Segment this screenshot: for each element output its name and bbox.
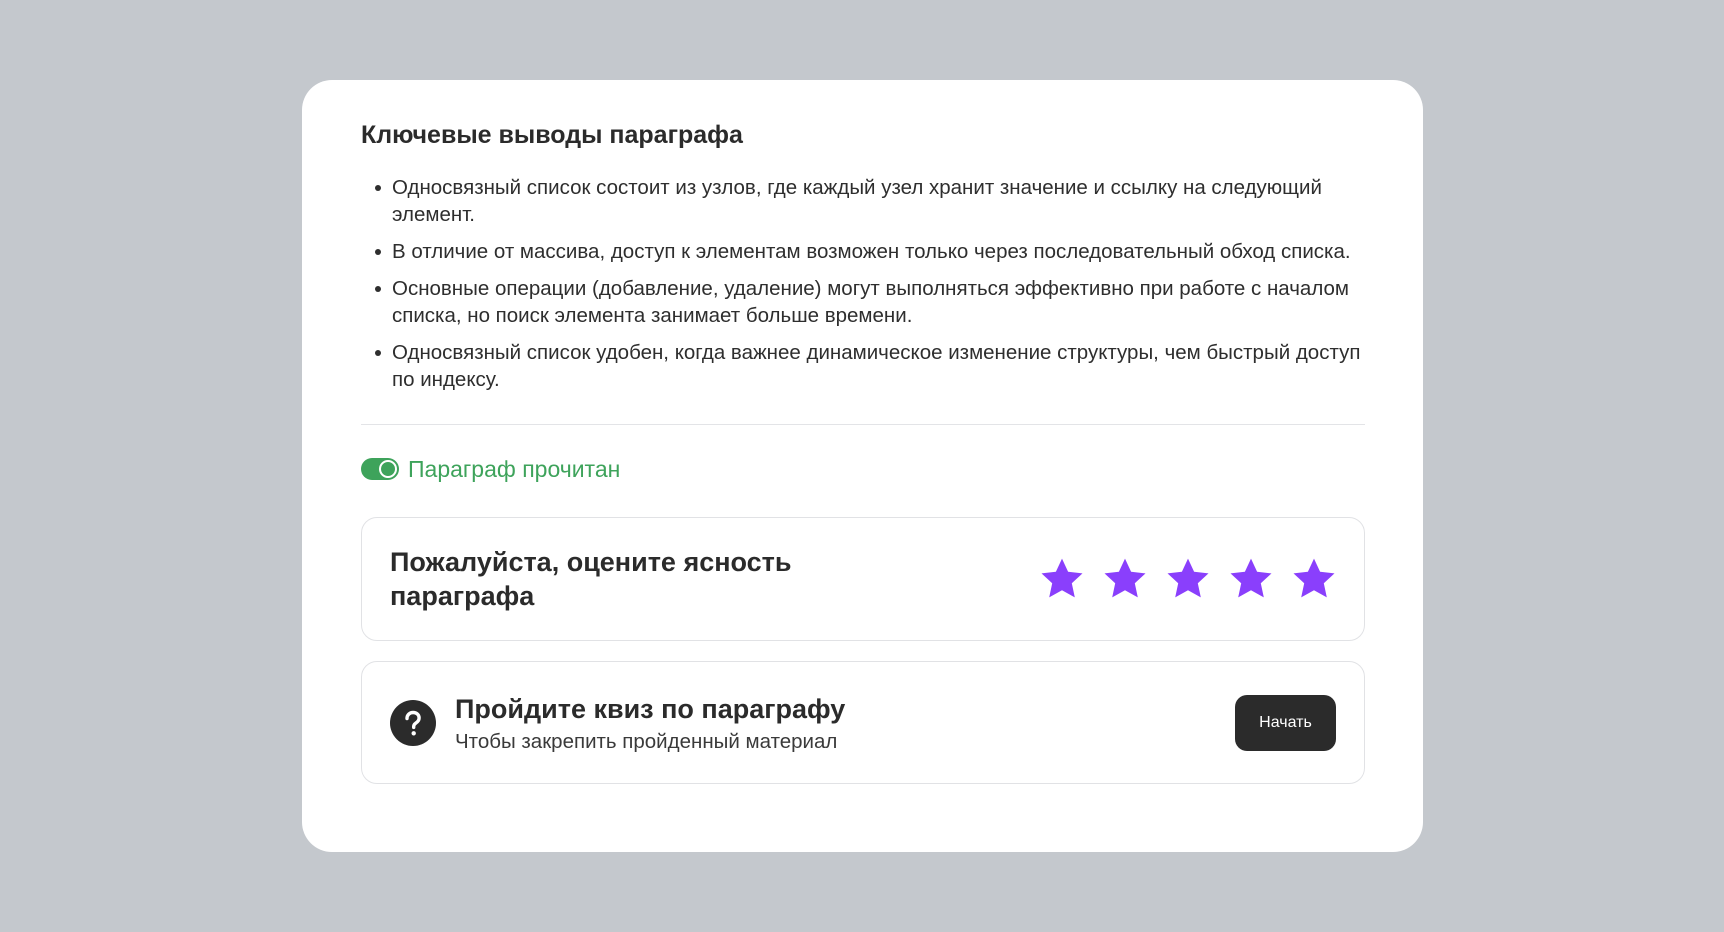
key-point-item: В отличие от массива, доступ к элементам… (361, 238, 1365, 265)
rating-prompt: Пожалуйста, оцените ясность параграфа (390, 547, 792, 611)
key-point-item: Основные операции (добавление, удаление)… (361, 275, 1365, 329)
read-status-label: Параграф прочитан (408, 455, 621, 482)
key-points-list: Односвязный список состоит из узлов, где… (361, 174, 1365, 393)
star-icon[interactable] (1227, 555, 1275, 603)
quiz-subtitle: Чтобы закрепить пройденный материал (455, 729, 838, 753)
star-icon[interactable] (1164, 555, 1212, 603)
section-divider (361, 424, 1365, 425)
star-icon[interactable] (1038, 555, 1086, 603)
question-icon (390, 699, 436, 746)
read-toggle[interactable] (361, 458, 399, 480)
paragraph-summary-card: Ключевые выводы параграфа Односвязный сп… (302, 80, 1423, 852)
quiz-panel: Пройдите квиз по параграфу Чтобы закрепи… (361, 661, 1365, 784)
quiz-text-block: Пройдите квиз по параграфу Чтобы закрепи… (455, 692, 1235, 754)
star-rating (1038, 555, 1338, 603)
summary-title: Ключевые выводы параграфа (361, 121, 743, 149)
star-icon[interactable] (1101, 555, 1149, 603)
rating-panel: Пожалуйста, оцените ясность параграфа (361, 517, 1365, 641)
start-quiz-button[interactable]: Начать (1235, 694, 1336, 751)
key-point-item: Односвязный список удобен, когда важнее … (361, 339, 1365, 393)
star-icon[interactable] (1290, 555, 1338, 603)
read-status-row: Параграф прочитан (361, 453, 1365, 485)
key-point-item: Односвязный список состоит из узлов, где… (361, 174, 1365, 228)
quiz-title: Пройдите квиз по параграфу (455, 693, 846, 724)
toggle-knob (379, 460, 397, 478)
